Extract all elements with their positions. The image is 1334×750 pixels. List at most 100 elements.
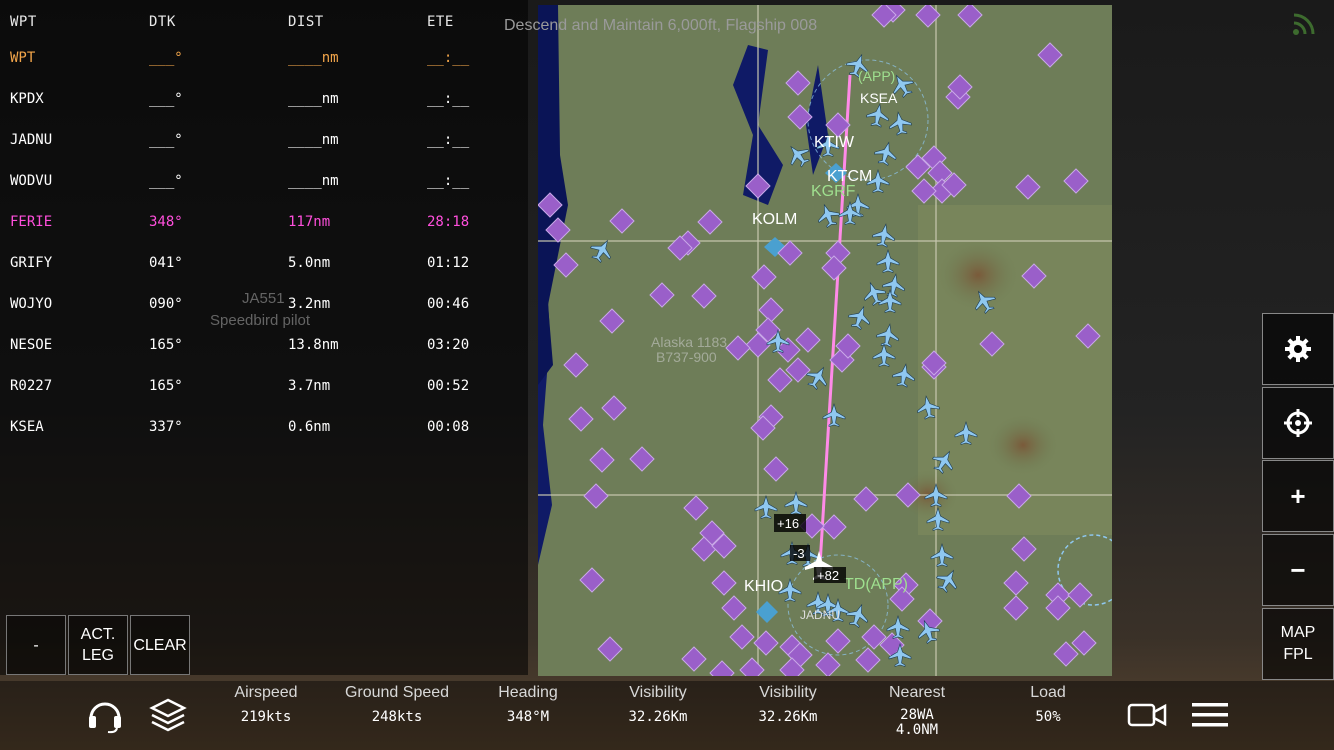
fpl-row[interactable]: WODVU ___° ____nm __:__	[0, 173, 528, 193]
fpl-cell-dtk: ___°	[149, 50, 183, 66]
fpl-row[interactable]: WPT ___° ____nm __:__	[0, 50, 528, 70]
label-ktiw: KTIW	[814, 134, 855, 151]
fpl-cell-wpt: KSEA	[10, 419, 44, 435]
traffic-tag-3: +82	[817, 568, 839, 583]
stat-airspeed: Airspeed 219kts	[201, 681, 331, 725]
stat-label: Nearest	[888, 684, 946, 701]
fpl-row[interactable]: R0227 165° 3.7nm 00:52	[0, 378, 528, 398]
zoom-out-button[interactable]: −	[1262, 534, 1334, 606]
stat-nearest: Nearest 28WA 4.0NM	[852, 681, 982, 738]
fpl-header-row: WPT DTK DIST ETE	[0, 14, 528, 34]
fpl-row[interactable]: NESOE 165° 13.8nm 03:20	[0, 337, 528, 357]
fpl-cell-wpt: JADNU	[10, 132, 53, 148]
ghost-label-2: B737-900	[656, 349, 717, 365]
fpl-cell-dist: 13.8nm	[288, 337, 339, 353]
stat-visibility: Visibility 32.26Km	[593, 681, 723, 725]
clear-button[interactable]: CLEAR	[130, 615, 190, 675]
fpl-cell-dist: ____nm	[288, 91, 339, 107]
fpl-cell-dist: 5.0nm	[288, 255, 331, 271]
act-leg-label-1: ACT.	[80, 626, 116, 643]
minus-button[interactable]: -	[6, 615, 66, 675]
stat-value-secondary: 4.0NM	[895, 722, 939, 738]
fpl-cell-dist: 117nm	[288, 214, 331, 230]
stat-ground-speed: Ground Speed 248kts	[332, 681, 462, 725]
fpl-row[interactable]: KSEA 337° 0.6nm 00:08	[0, 419, 528, 439]
label-ksea: KSEA	[860, 90, 898, 106]
fpl-cell-wpt: WOJYO	[10, 296, 53, 312]
flight-plan-panel: WPT DTK DIST ETE WPT ___° ____nm __:__ KPDX _…	[0, 0, 528, 675]
fpl-row[interactable]: FERIE 348° 117nm 28:18	[0, 214, 528, 234]
fpl-cell-dist: ____nm	[288, 50, 339, 66]
menu-icon[interactable]	[1190, 700, 1230, 730]
layers-icon[interactable]	[148, 696, 188, 736]
fpl-cell-wpt: WPT	[10, 50, 36, 66]
fpl-row[interactable]: JADNU ___° ____nm __:__	[0, 132, 528, 152]
col-wpt-header: WPT	[10, 14, 37, 30]
stat-label: Airspeed	[234, 684, 298, 701]
minus-icon: −	[1290, 554, 1306, 585]
stat-label: Load	[1030, 684, 1066, 701]
fpl-cell-dtk: ___°	[149, 173, 183, 189]
fpl-cell-ete: __:__	[427, 132, 470, 148]
fpl-cell-ete: 01:12	[427, 255, 470, 271]
stat-value: 248kts	[371, 709, 423, 725]
gear-icon	[1285, 336, 1311, 362]
fpl-cell-ete: 00:08	[427, 419, 470, 435]
col-dtk-header: DTK	[149, 14, 176, 30]
ghost-label-1: Alaska 1183	[651, 334, 727, 350]
clear-button-label: CLEAR	[133, 636, 187, 654]
map-canvas: KTIW KTCM KGRF KOLM KHIO TD(APP) KSEA (A…	[538, 5, 1112, 676]
fpl-cell-dist: ____nm	[288, 173, 339, 189]
label-jadnu: JADNU	[800, 608, 840, 622]
stat-label: Visibility	[629, 684, 687, 701]
label-khio: KHIO	[744, 578, 783, 595]
label-kolm: KOLM	[752, 211, 797, 228]
act-leg-button[interactable]: ACT. LEG	[68, 615, 128, 675]
fpl-row[interactable]: GRIFY 041° 5.0nm 01:12	[0, 255, 528, 275]
stat-label: Heading	[498, 684, 558, 701]
fpl-cell-wpt: NESOE	[10, 337, 53, 353]
map-label: MAP	[1280, 624, 1316, 641]
fpl-cell-wpt: GRIFY	[10, 255, 53, 271]
stat-visibility: Visibility 32.26Km	[723, 681, 853, 725]
stat-label: Visibility	[759, 684, 817, 701]
stat-value: 219kts	[240, 709, 292, 725]
ghost-traffic-label: JA551 Speedbird pilot	[210, 288, 310, 332]
fpl-cell-dtk: 041°	[149, 255, 183, 271]
fpl-cell-dtk: ___°	[149, 132, 183, 148]
fpl-cell-ete: 00:46	[427, 296, 470, 312]
crosshair-icon	[1284, 409, 1312, 437]
label-kgrf: KGRF	[811, 183, 856, 200]
settings-button[interactable]	[1262, 313, 1334, 385]
stat-value: 348°M	[506, 709, 550, 725]
fpl-cell-dtk: ___°	[149, 91, 183, 107]
zoom-in-button[interactable]: +	[1262, 460, 1334, 532]
headset-icon[interactable]	[86, 696, 124, 734]
stat-label: Ground Speed	[344, 684, 450, 701]
label-kpdx-app: TD(APP)	[844, 576, 908, 593]
stat-value: 32.26Km	[628, 709, 688, 725]
fpl-cell-ete: 03:20	[427, 337, 470, 353]
stat-value: 50%	[1035, 709, 1061, 725]
fpl-row[interactable]: KPDX ___° ____nm __:__	[0, 91, 528, 111]
camera-icon[interactable]	[1127, 700, 1167, 730]
fpl-cell-wpt: FERIE	[10, 214, 53, 230]
center-map-button[interactable]	[1262, 387, 1334, 459]
stat-load: Load 50%	[983, 681, 1113, 725]
fpl-cell-wpt: KPDX	[10, 91, 44, 107]
atc-instruction: Descend and Maintain 6,000ft, Flagship 0…	[504, 17, 818, 34]
ghost-callsign: JA551	[242, 290, 285, 307]
ghost-pilot: Speedbird pilot	[210, 312, 311, 329]
fpl-cell-dist: 3.7nm	[288, 378, 331, 394]
map-view[interactable]: KTIW KTCM KGRF KOLM KHIO TD(APP) KSEA (A…	[538, 5, 1112, 676]
fpl-cell-ete: 00:52	[427, 378, 470, 394]
fpl-cell-wpt: WODVU	[10, 173, 53, 189]
fpl-cell-dist: 0.6nm	[288, 419, 331, 435]
minus-button-label: -	[33, 636, 39, 654]
fpl-cell-ete: __:__	[427, 50, 470, 66]
map-fpl-toggle-button[interactable]: MAP FPL	[1262, 608, 1334, 680]
fpl-cell-dist: ____nm	[288, 132, 339, 148]
traffic-tag-2: -3	[793, 546, 805, 561]
fpl-cell-dtk: 165°	[149, 337, 183, 353]
fpl-cell-dtk: 348°	[149, 214, 183, 230]
